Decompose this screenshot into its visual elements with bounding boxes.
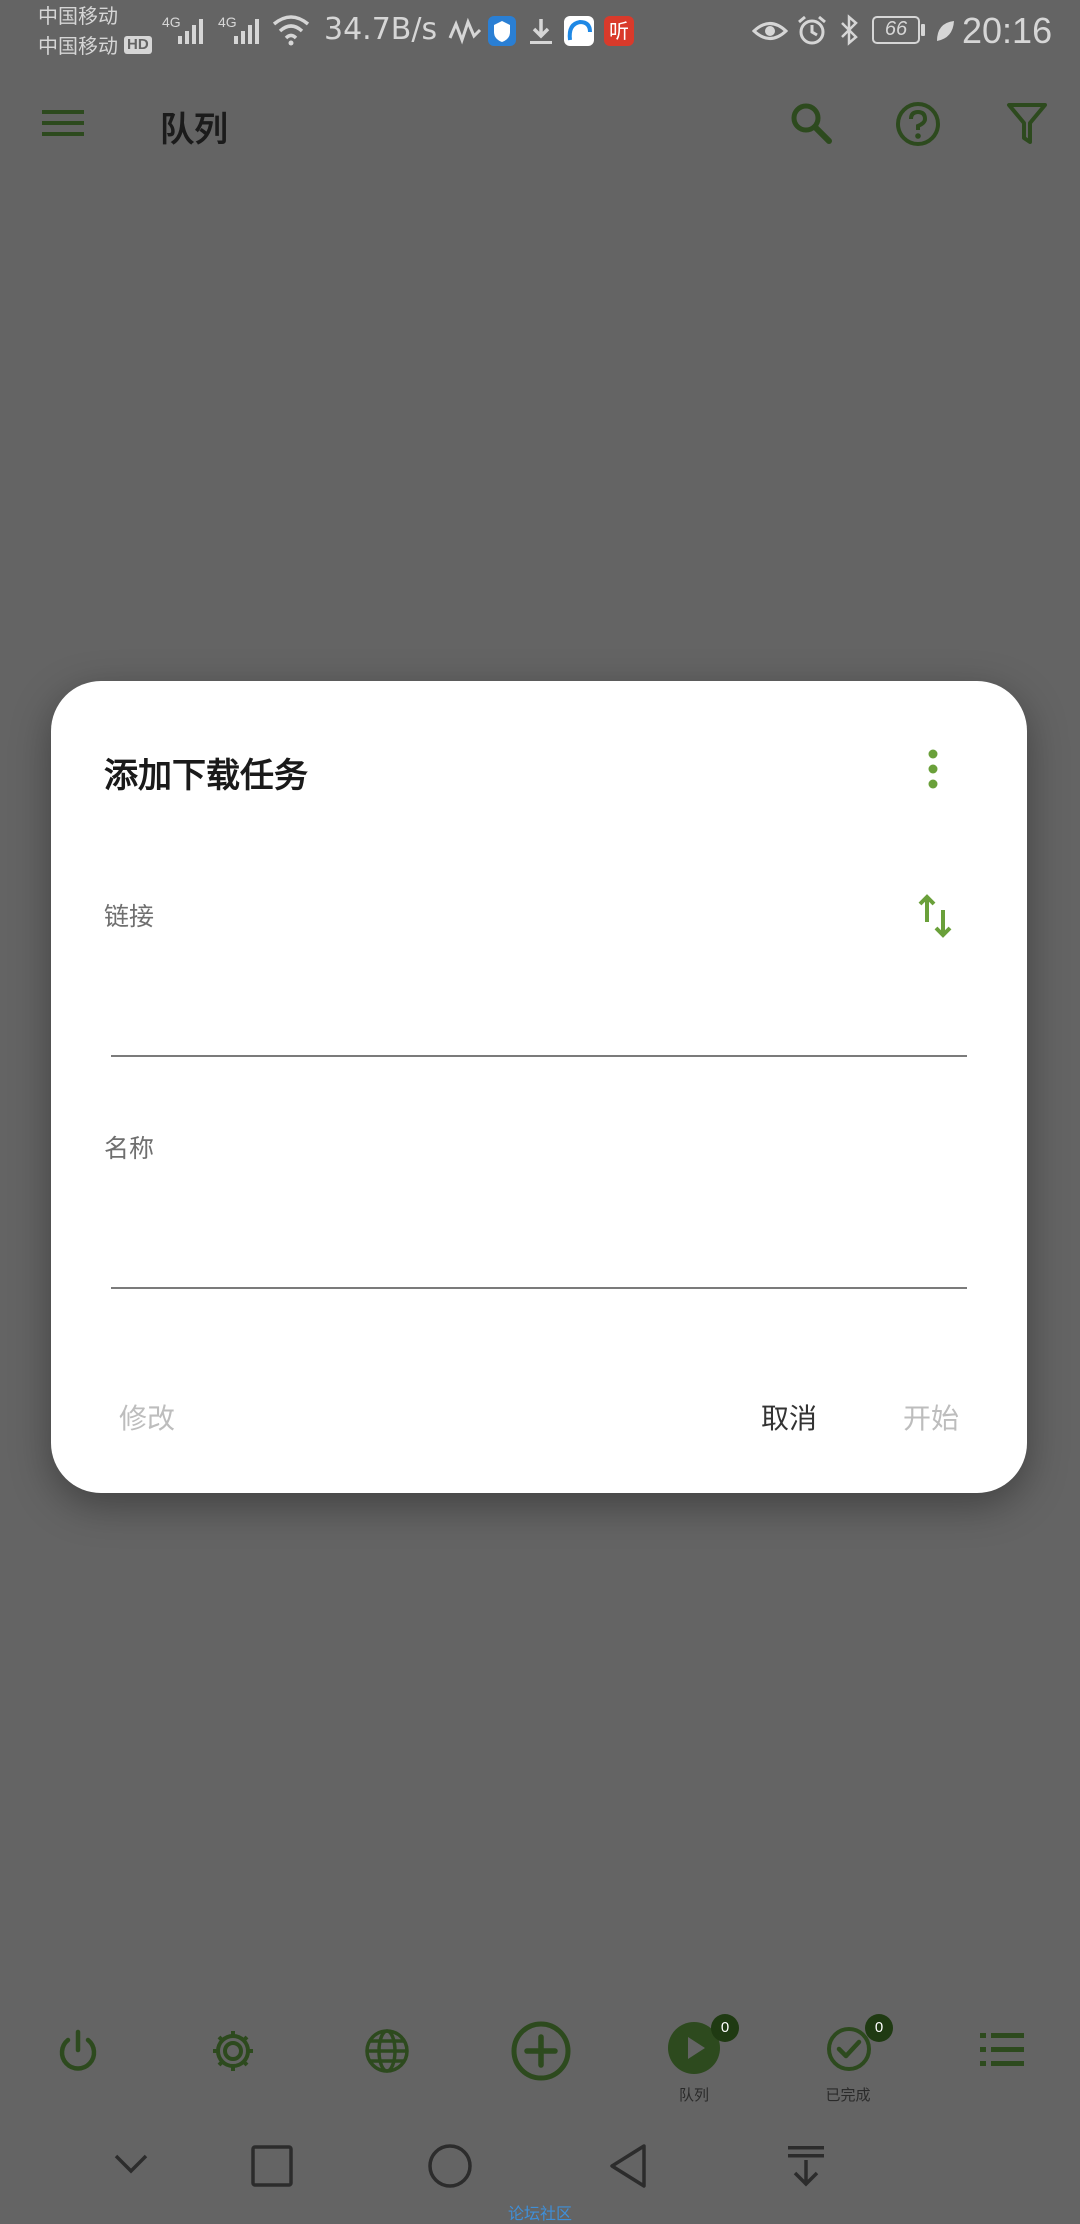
more-vert-icon[interactable] xyxy=(926,748,940,790)
eye-icon xyxy=(752,22,788,40)
carrier-1: 中国移动 xyxy=(38,4,118,28)
carrier-2: 中国移动 xyxy=(38,34,118,58)
queue-badge: 0 xyxy=(711,2014,739,2042)
listen-app-icon: 听 xyxy=(604,16,634,46)
swap-vert-icon[interactable] xyxy=(917,894,953,938)
signal-icon xyxy=(178,19,203,44)
name-input[interactable] xyxy=(111,1187,967,1233)
name-input-underline xyxy=(111,1287,967,1289)
page-title: 队列 xyxy=(160,110,228,150)
globe-icon[interactable] xyxy=(362,2026,412,2076)
alarm-icon xyxy=(798,15,826,45)
recents-icon[interactable] xyxy=(250,2144,294,2188)
dialog-title: 添加下载任务 xyxy=(104,756,308,796)
shield-app-icon xyxy=(488,16,516,46)
list-icon[interactable] xyxy=(980,2030,1024,2070)
net-speed: 34.7B/s xyxy=(324,12,438,47)
signal-icon xyxy=(234,19,259,44)
link-input[interactable] xyxy=(111,953,967,999)
battery-level: 66 xyxy=(884,18,908,40)
clock: 20:16 xyxy=(962,10,1053,51)
add-icon[interactable] xyxy=(510,2020,572,2082)
download-icon xyxy=(530,19,552,44)
link-input-underline xyxy=(111,1055,967,1057)
home-icon[interactable] xyxy=(426,2142,474,2190)
completed-badge: 0 xyxy=(865,2014,893,2042)
search-icon[interactable] xyxy=(788,100,834,146)
settings-icon[interactable] xyxy=(208,2026,258,2076)
chevron-down-icon[interactable] xyxy=(112,2150,150,2178)
start-button[interactable]: 开始 xyxy=(903,1397,959,1437)
power-icon[interactable] xyxy=(54,2028,102,2076)
battery-icon: 66 xyxy=(872,16,920,44)
link-label: 链接 xyxy=(104,902,155,931)
name-label: 名称 xyxy=(104,1134,155,1163)
wifi-icon xyxy=(272,15,310,46)
hd-badge: HD xyxy=(124,36,152,54)
filter-icon[interactable] xyxy=(1006,102,1048,146)
stocks-icon xyxy=(448,17,482,45)
battery-tip xyxy=(921,24,925,36)
queue-nav-label: 队列 xyxy=(678,2086,709,2104)
browser-app-icon xyxy=(564,16,594,46)
add-download-dialog: 添加下载任务 链接 名称 修改 取消 开始 xyxy=(51,681,1027,1493)
bluetooth-icon xyxy=(841,14,858,46)
modify-button[interactable]: 修改 xyxy=(119,1397,175,1437)
cancel-button[interactable]: 取消 xyxy=(761,1397,817,1437)
notification-shade-icon[interactable] xyxy=(786,2144,826,2188)
completed-nav-label: 已完成 xyxy=(825,2086,871,2104)
back-icon[interactable] xyxy=(606,2142,650,2190)
footer-text: 论坛社区 xyxy=(508,2204,573,2223)
help-icon[interactable] xyxy=(894,100,942,148)
leaf-icon xyxy=(937,21,954,41)
menu-icon[interactable] xyxy=(42,106,84,140)
